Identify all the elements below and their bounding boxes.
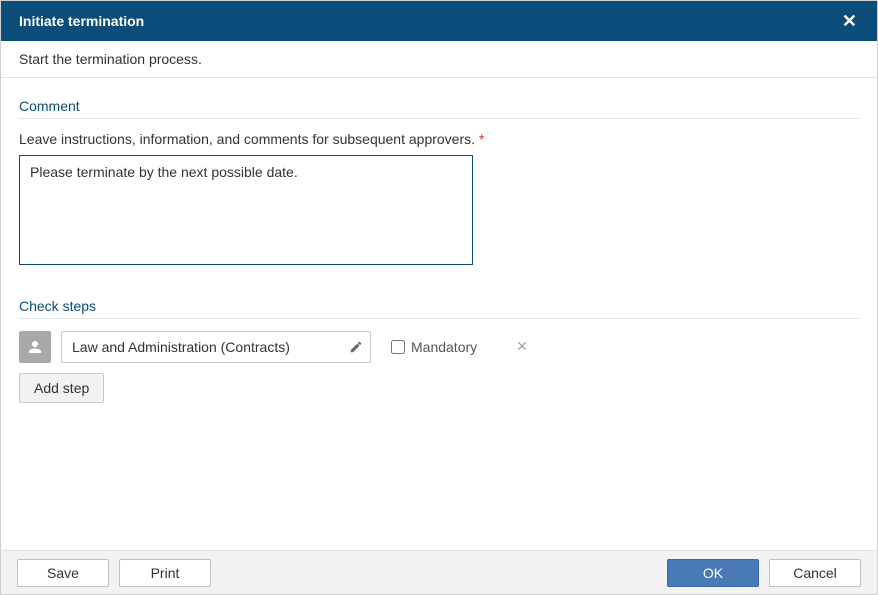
add-step-button[interactable]: Add step [19,373,104,403]
footer-right-buttons: OK Cancel [667,559,861,587]
dialog-content: Comment Leave instructions, information,… [1,78,877,550]
comment-heading: Comment [19,98,859,119]
mandatory-checkbox[interactable] [391,340,405,354]
print-button[interactable]: Print [119,559,211,587]
comment-section: Comment Leave instructions, information,… [19,98,859,268]
required-asterisk: * [479,131,484,147]
dialog-subtitle: Start the termination process. [1,41,877,78]
person-icon [19,331,51,363]
mandatory-label: Mandatory [411,339,477,355]
step-input-wrap [61,331,371,363]
dialog-footer: Save Print OK Cancel [1,550,877,594]
ok-button[interactable]: OK [667,559,759,587]
check-steps-heading: Check steps [19,298,859,319]
footer-left-buttons: Save Print [17,559,211,587]
mandatory-checkbox-wrap: Mandatory [391,339,477,355]
remove-step-icon[interactable] [515,339,529,356]
step-input[interactable] [61,331,371,363]
cancel-button[interactable]: Cancel [769,559,861,587]
dialog-title: Initiate termination [19,13,144,29]
step-row: Mandatory [19,331,859,363]
comment-textarea[interactable] [19,155,473,265]
save-button[interactable]: Save [17,559,109,587]
edit-icon[interactable] [349,340,363,354]
comment-label-text: Leave instructions, information, and com… [19,131,475,147]
titlebar: Initiate termination ✕ [1,1,877,41]
check-steps-section: Check steps Mandatory Add step [19,298,859,403]
dialog-initiate-termination: Initiate termination ✕ Start the termina… [0,0,878,595]
comment-label: Leave instructions, information, and com… [19,131,859,147]
close-icon[interactable]: ✕ [836,8,863,34]
